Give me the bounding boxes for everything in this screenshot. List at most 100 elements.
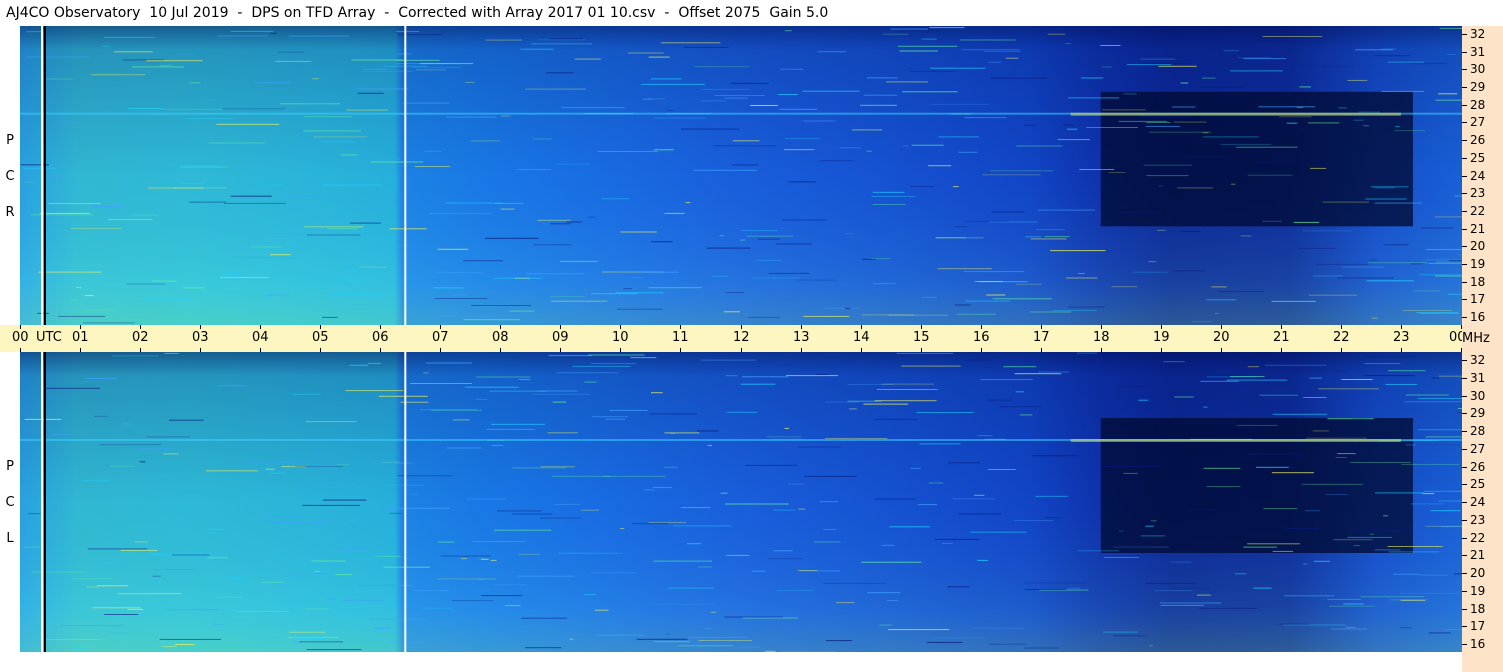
rcp-freq-tick-16 (1462, 317, 1467, 318)
rcp-spectrogram (20, 26, 1462, 325)
lcp-freq-label-16: 16 (1470, 637, 1486, 651)
rcp-freq-label-30: 30 (1470, 62, 1486, 76)
lcp-27mhz-hot (1070, 439, 1401, 442)
bottom-margin (0, 652, 1462, 672)
utc-tick-11 (680, 325, 681, 329)
rcp-freq-tick-30 (1462, 69, 1467, 70)
utc-label-6: 06 (372, 330, 389, 345)
rcp-freq-tick-26 (1462, 140, 1467, 141)
utc-tick-1 (80, 325, 81, 329)
lcp-freq-tick-23 (1462, 520, 1467, 521)
lcp-freq-tick-24 (1462, 502, 1467, 503)
utc-tick-2 (140, 325, 141, 329)
utc-label-10: 10 (612, 330, 629, 345)
lcp-freq-label-25: 25 (1470, 477, 1486, 491)
rcp-27mhz-hot (1070, 112, 1401, 116)
utc-label-15: 15 (913, 330, 930, 345)
utc-tick-17 (1041, 325, 1042, 329)
lcp-freq-label-30: 30 (1470, 389, 1486, 403)
rcp-freq-tick-32 (1462, 34, 1467, 35)
lcp-svg (20, 352, 1462, 652)
lcp-freq-label-24: 24 (1470, 495, 1486, 509)
utc-tick-14 (861, 325, 862, 329)
rcp-letter-3: R (5, 205, 15, 220)
utc-tick-20 (1221, 325, 1222, 329)
lcp-freq-label-27: 27 (1470, 442, 1486, 456)
utc-tick-9 (560, 325, 561, 329)
rcp-svg (20, 26, 1462, 325)
lcp-freq-label-31: 31 (1470, 371, 1486, 385)
chart-title: AJ4CO Observatory 10 Jul 2019 - DPS on T… (0, 0, 1462, 26)
rcp-freq-tick-24 (1462, 176, 1467, 177)
lcp-freq-tick-20 (1462, 573, 1467, 574)
lcp-letter-1: P (6, 459, 14, 474)
lcp-freq-tick-22 (1462, 538, 1467, 539)
rcp-letter-2: C (5, 169, 15, 184)
rcp-freq-label-32: 32 (1470, 27, 1486, 41)
utc-tick-13 (801, 325, 802, 329)
utc-label-8: 08 (492, 330, 509, 345)
rcp-freq-label-23: 23 (1470, 186, 1486, 200)
utc-label-9: 09 (552, 330, 569, 345)
rcp-freq-label-28: 28 (1470, 98, 1486, 112)
utc-tick-8 (500, 325, 501, 329)
lcp-letter-2: C (5, 495, 15, 510)
utc-tick-16 (981, 325, 982, 329)
lcp-freq-tick-21 (1462, 555, 1467, 556)
rcp-marker-1 (44, 26, 46, 325)
mhz-unit-cell: MHz (1462, 325, 1503, 352)
rcp-freq-label-21: 21 (1470, 222, 1486, 236)
utc-label-17: 17 (1033, 330, 1050, 345)
lcp-freq-label-18: 18 (1470, 602, 1486, 616)
lcp-freq-tick-31 (1462, 378, 1467, 379)
lcp-freq-tick-25 (1462, 484, 1467, 485)
utc-tick-10 (620, 325, 621, 329)
utc-tick-15 (921, 325, 922, 329)
utc-label-4: 04 (252, 330, 269, 345)
rcp-freq-label-31: 31 (1470, 45, 1486, 59)
rcp-freq-label-25: 25 (1470, 151, 1486, 165)
lcp-freq-label-20: 20 (1470, 566, 1486, 580)
rcp-frequency-axis: 32 31 30 29 28 27 26 25 24 23 22 21 20 19 18 17 16 (1462, 26, 1503, 325)
utc-tick-5 (320, 325, 321, 329)
lcp-freq-label-22: 22 (1470, 531, 1486, 545)
lcp-label-strip: P C L (0, 352, 20, 652)
rcp-freq-label-27: 27 (1470, 115, 1486, 129)
utc-label-5: 05 (312, 330, 329, 345)
utc-tick-0 (20, 325, 21, 329)
rcp-freq-tick-21 (1462, 229, 1467, 230)
utc-tick-23 (1401, 325, 1402, 329)
lcp-marker-1-edge (41, 352, 43, 652)
lcp-freq-tick-30 (1462, 396, 1467, 397)
bottom-axis-margin (1462, 652, 1503, 672)
lcp-freq-tick-28 (1462, 431, 1467, 432)
utc-tick-3 (200, 325, 201, 329)
lcp-freq-label-19: 19 (1470, 584, 1486, 598)
rcp-freq-tick-23 (1462, 193, 1467, 194)
rcp-marker-2 (404, 26, 407, 325)
rcp-freq-tick-31 (1462, 52, 1467, 53)
utc-tick-19 (1161, 325, 1162, 329)
utc-label-1: 01 (72, 330, 89, 345)
utc-tick-22 (1341, 325, 1342, 329)
lcp-freq-label-29: 29 (1470, 406, 1486, 420)
lcp-freq-tick-26 (1462, 467, 1467, 468)
utc-label-11: 11 (672, 330, 689, 345)
rcp-freq-label-22: 22 (1470, 204, 1486, 218)
rcp-freq-label-24: 24 (1470, 169, 1486, 183)
rcp-freq-tick-22 (1462, 211, 1467, 212)
lcp-marker-1 (44, 352, 46, 652)
utc-label-12: 12 (733, 330, 750, 345)
utc-label-0: 00 (12, 330, 29, 345)
mhz-label: MHz (1462, 331, 1490, 346)
utc-label-7: 07 (432, 330, 449, 345)
lcp-freq-label-23: 23 (1470, 513, 1486, 527)
rcp-freq-label-29: 29 (1470, 80, 1486, 94)
utc-label-14: 14 (853, 330, 870, 345)
rcp-freq-label-16: 16 (1470, 310, 1486, 324)
rcp-letter-1: P (6, 133, 14, 148)
utc-tick-6 (380, 325, 381, 329)
lcp-freq-tick-17 (1462, 626, 1467, 627)
utc-label-13: 13 (793, 330, 810, 345)
lcp-freq-label-21: 21 (1470, 548, 1486, 562)
